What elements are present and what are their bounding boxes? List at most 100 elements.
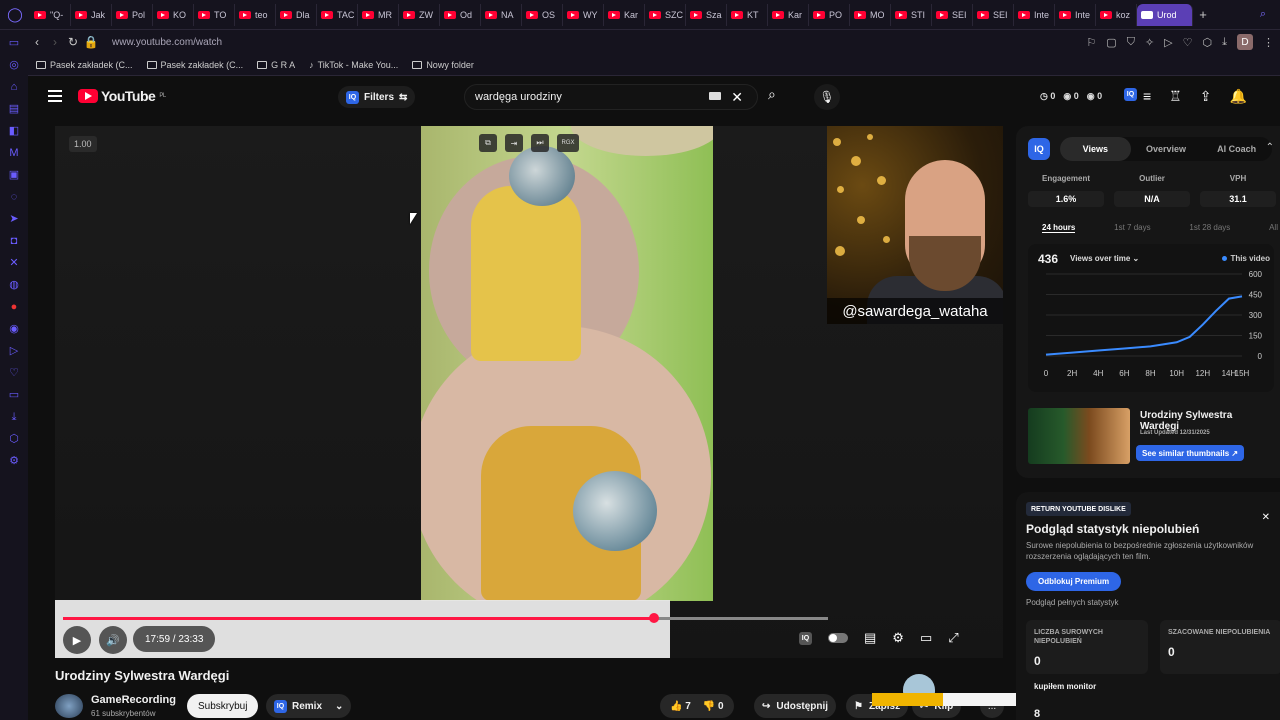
browser-tab[interactable]: Od [440, 3, 481, 26]
progress-bar[interactable] [63, 613, 828, 623]
range-28d[interactable]: 1st 28 days [1189, 223, 1230, 233]
heart-icon[interactable]: ♡ [8, 366, 20, 381]
hamburger-menu-icon[interactable] [48, 90, 62, 102]
browser-tab[interactable]: NA [481, 3, 522, 26]
filters-button[interactable]: IQ Filters ⇆ [338, 86, 416, 108]
channel-avatar[interactable] [55, 694, 83, 718]
bookmark-item[interactable]: ♪ TikTok - Make You... [309, 60, 398, 70]
send-icon[interactable]: ▷ [1164, 36, 1172, 49]
list-icon[interactable]: ≡ [1143, 88, 1151, 105]
unlock-premium-button[interactable]: Odblokuj Premium [1026, 572, 1122, 591]
settings-icon[interactable]: ⚙ [8, 454, 20, 469]
theater-mode-icon[interactable]: ▭ [920, 630, 932, 646]
browser-tab[interactable]: KT [727, 3, 768, 26]
browser-tab[interactable]: WY [563, 3, 604, 26]
browser-tab[interactable]: Dla [276, 3, 317, 26]
exit-icon[interactable]: ⇥ [505, 134, 523, 152]
sidebar-icon-4[interactable]: ▤ [8, 102, 20, 117]
keyboard-icon[interactable] [709, 92, 721, 100]
rgx-badge[interactable]: RGX [557, 134, 579, 152]
play-button[interactable]: ▶ [63, 626, 91, 654]
sidebar-icon-5[interactable]: ◧ [8, 124, 20, 139]
download-icon[interactable]: ⤓ [8, 410, 20, 425]
browser-tab[interactable]: KO [153, 3, 194, 26]
download-arrow-icon[interactable]: ⤓ [1222, 36, 1227, 49]
forward-icon[interactable]: › [46, 35, 64, 49]
extensions-icon[interactable]: ⬡ [1203, 36, 1213, 49]
youtube-logo[interactable]: YouTube PL [78, 88, 166, 104]
browser-tab[interactable]: Inte [1055, 3, 1096, 26]
messenger-icon[interactable]: ◌ [8, 190, 20, 205]
settings-gear-icon[interactable]: ⚙ [892, 630, 904, 646]
browser-tab[interactable]: Jak [71, 3, 112, 26]
screenshot-icon[interactable]: ▢ [1106, 36, 1116, 49]
discord-icon[interactable]: ◍ [8, 278, 20, 293]
tab-views[interactable]: Views [1060, 137, 1131, 161]
browser-tab[interactable]: Inte [1014, 3, 1055, 26]
battery-icon[interactable]: ▭ [8, 388, 20, 403]
browser-tab[interactable]: Kar [604, 3, 645, 26]
extension-puzzle-icon[interactable]: ✧ [1145, 36, 1154, 49]
instagram-icon[interactable]: ◘ [8, 234, 20, 249]
search-input[interactable]: wardęga urodziny ✕ [464, 84, 758, 110]
new-tab-button[interactable]: + [1193, 7, 1213, 22]
browser-tab[interactable]: Pol [112, 3, 153, 26]
back-icon[interactable]: ‹ [28, 35, 46, 49]
spotify-icon[interactable]: ◉ [8, 322, 20, 337]
microphone-icon[interactable]: 🎙 [814, 84, 840, 110]
share-button[interactable]: ↪ Udostępnij [754, 694, 837, 718]
playback-speed[interactable]: 1.00 [69, 136, 97, 152]
bookmark-item[interactable]: Nowy folder [412, 60, 474, 70]
see-similar-button[interactable]: See similar thumbnails ↗ [1136, 445, 1245, 461]
url-text[interactable]: www.youtube.com/watch [112, 37, 222, 48]
bookmark-item[interactable]: Pasek zakładek (C... [36, 60, 133, 70]
search-icon[interactable]: ⌕ [768, 86, 776, 103]
trophy-icon[interactable]: ♖ [1169, 88, 1182, 105]
browser-tab[interactable]: MO [850, 3, 891, 26]
play-icon[interactable]: ▷ [8, 344, 20, 359]
browser-tab[interactable]: SEI [932, 3, 973, 26]
sidebar-icon-red[interactable]: ● [8, 300, 20, 315]
progress-knob[interactable] [648, 613, 659, 623]
vidiq-logo[interactable]: IQ [1028, 138, 1050, 160]
tab-active[interactable]: Urod [1137, 3, 1193, 26]
bookmark-item[interactable]: G R A [257, 60, 295, 70]
browser-tab[interactable]: SZC [645, 3, 686, 26]
next-frame-icon[interactable]: ⏭ [531, 134, 549, 152]
browser-tab[interactable]: PO [809, 3, 850, 26]
browser-tab[interactable]: Kar [768, 3, 809, 26]
browser-tab[interactable]: TO [194, 3, 235, 26]
browser-tab[interactable]: MR [358, 3, 399, 26]
vidiq-player-icon[interactable]: IQ [799, 631, 812, 645]
reload-icon[interactable]: ↻ [64, 35, 82, 49]
collapse-icon[interactable]: ⌃ [1266, 142, 1274, 153]
range-all[interactable]: All [1269, 223, 1278, 233]
tab-ai-coach[interactable]: AI Coach [1201, 137, 1272, 161]
bookmark-item[interactable]: Pasek zakładek (C... [146, 60, 243, 70]
bell-icon[interactable]: 🔔 [1229, 88, 1246, 105]
range-7d[interactable]: 1st 7 days [1114, 223, 1150, 233]
menu-icon[interactable]: ⋮ [1263, 36, 1274, 49]
copy-icon[interactable]: ⧉ [479, 134, 497, 152]
vidiq-header-icon[interactable]: IQ [1124, 88, 1137, 101]
tab-overview[interactable]: Overview [1131, 137, 1202, 161]
close-icon[interactable]: ✕ [1262, 512, 1270, 523]
volume-icon[interactable]: 🔊 [99, 626, 127, 654]
browser-tab[interactable]: koz [1096, 3, 1137, 26]
browser-tab[interactable]: ZW [399, 3, 440, 26]
channel-name[interactable]: GameRecording [91, 694, 176, 706]
browser-logo-icon[interactable]: ◯ [0, 0, 30, 30]
remix-button[interactable]: IQ Remix ⌄ [266, 694, 352, 718]
telegram-icon[interactable]: ➤ [8, 212, 20, 227]
similar-thumbnail[interactable] [1028, 408, 1130, 464]
extension-icon[interactable]: ⬡ [8, 432, 20, 447]
twitch-icon[interactable]: ▣ [8, 168, 20, 183]
browser-tab[interactable]: SEI [973, 3, 1014, 26]
range-24h[interactable]: 24 hours [1042, 223, 1076, 233]
clear-search-icon[interactable]: ✕ [731, 89, 743, 106]
dislike-button[interactable]: 👎 0 [703, 701, 724, 712]
bookmark-icon[interactable]: ⚐ [1086, 36, 1096, 49]
video-player[interactable]: 1.00 ⧉ ⇥ ⏭ RGX @sawardega_wataha ▶ 🔊 17:… [55, 126, 1003, 658]
sidebar-icon-1[interactable]: ▭ [8, 36, 20, 51]
sidebar-icon-6[interactable]: M [8, 146, 20, 161]
